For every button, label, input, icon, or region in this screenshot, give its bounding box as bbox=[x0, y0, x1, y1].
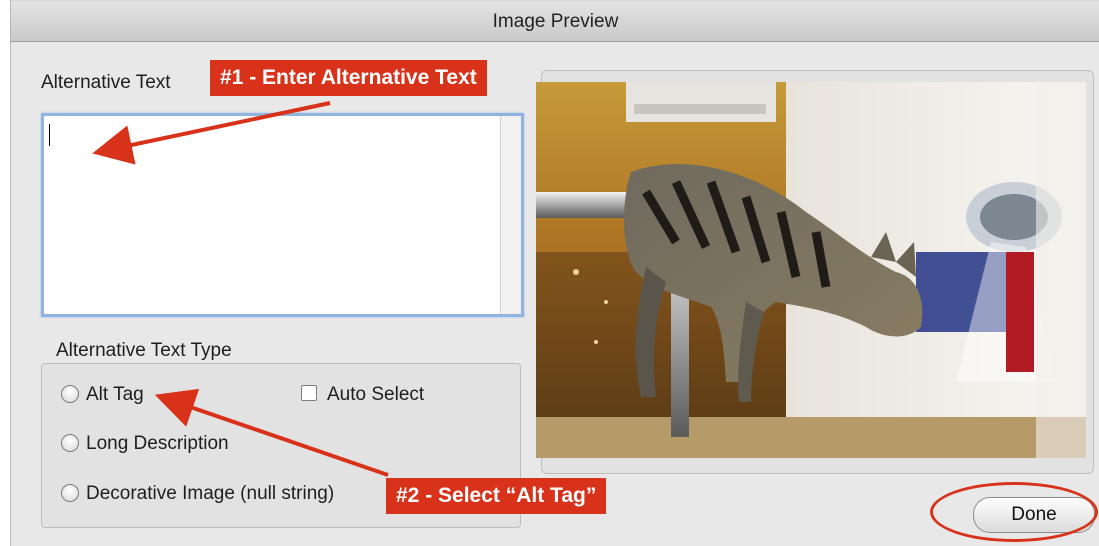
annotation-arrows bbox=[92, 101, 389, 477]
step2-arrow bbox=[154, 388, 389, 477]
step1-arrow bbox=[92, 101, 331, 165]
